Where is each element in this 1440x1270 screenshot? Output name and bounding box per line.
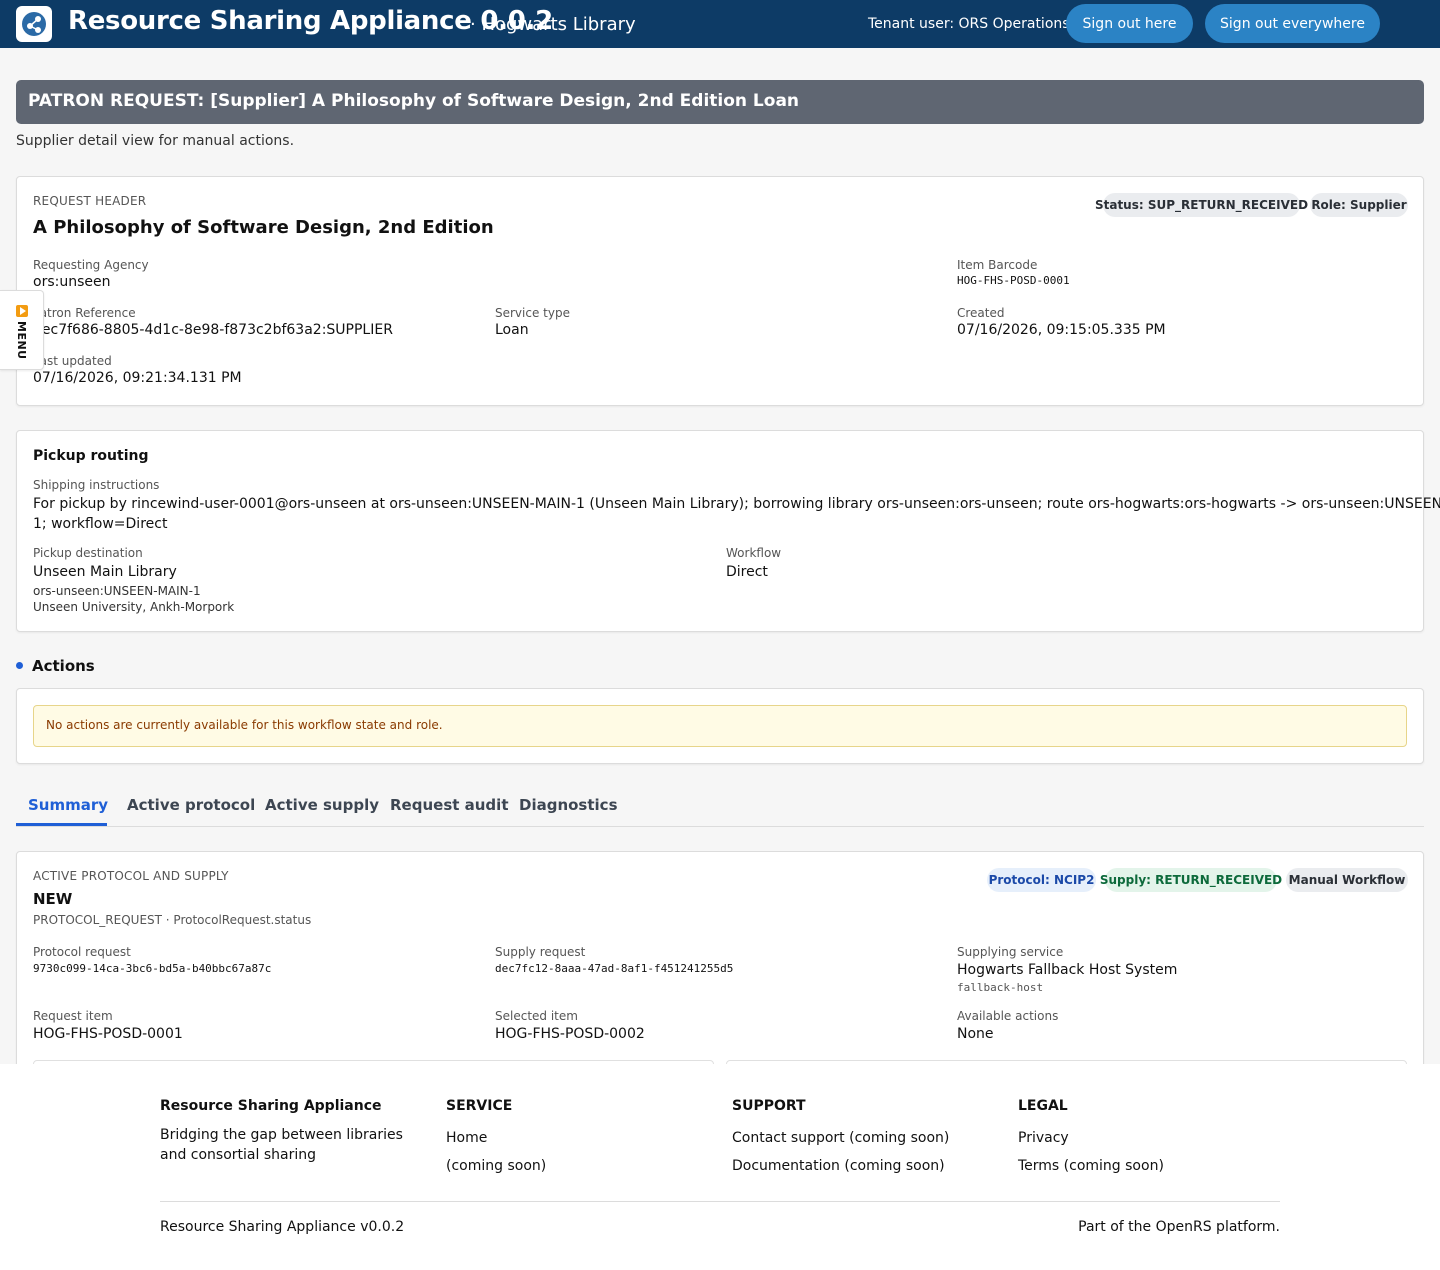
share-nodes-icon[interactable]: [16, 6, 52, 42]
footer-service-coming-soon: (coming soon): [446, 1158, 547, 1174]
footer-support-title: SUPPORT: [732, 1098, 806, 1114]
created-value: 07/16/2026, 09:15:05.335 PM: [957, 322, 1166, 338]
footer-link-terms[interactable]: Terms (coming soon): [1018, 1158, 1164, 1174]
pickup-destination-label: Pickup destination: [33, 546, 143, 560]
summary-eyebrow: ACTIVE PROTOCOL AND SUPPLY: [33, 869, 229, 883]
active-protocol-supply-card: ACTIVE PROTOCOL AND SUPPLY NEW PROTOCOL_…: [16, 851, 1424, 1091]
footer-version: Resource Sharing Appliance v0.0.2: [160, 1219, 405, 1235]
item-barcode-label: Item Barcode: [957, 258, 1038, 272]
actions-title: Actions: [32, 657, 95, 675]
protocol-state-source: PROTOCOL_REQUEST · ProtocolRequest.statu…: [33, 913, 312, 927]
menu-label: MENU: [15, 321, 28, 360]
tab-request-audit[interactable]: Request audit: [390, 796, 508, 814]
workflow-label: Workflow: [726, 546, 782, 560]
supply-request-label: Supply request: [495, 945, 586, 959]
active-tab-underline: [16, 823, 107, 826]
footer-link-home[interactable]: Home: [446, 1130, 487, 1146]
request-item-value: HOG-FHS-POSD-0001: [33, 1026, 183, 1042]
tab-active-supply[interactable]: Active supply: [265, 796, 379, 814]
footer-link-documentation[interactable]: Documentation (coming soon): [732, 1158, 945, 1174]
detail-tabs: Summary Active protocol Active supply Re…: [16, 786, 1424, 827]
footer-brand-description: Bridging the gap between libraries and c…: [160, 1127, 403, 1163]
supplying-service-value: Hogwarts Fallback Host System: [957, 962, 1178, 978]
supply-badge: Supply: RETURN_RECEIVED: [1100, 868, 1282, 892]
tab-diagnostics[interactable]: Diagnostics: [519, 796, 618, 814]
tab-summary[interactable]: Summary: [28, 796, 108, 814]
created-label: Created: [957, 306, 1005, 320]
protocol-request-value: 9730c099-14ca-3bc6-bd5a-b40bbc67a87c: [33, 962, 272, 975]
role-badge: Role: Supplier: [1310, 193, 1408, 217]
page-title: PATRON REQUEST: [Supplier] A Philosophy …: [16, 80, 1424, 124]
actions-card: No actions are currently available for t…: [16, 688, 1424, 764]
workflow-badge: Manual Workflow: [1286, 868, 1408, 892]
patron-reference-label: Patron Reference: [33, 306, 136, 320]
shipping-instructions-line-2: 1; workflow=Direct: [33, 516, 168, 532]
requesting-agency-value: ors:unseen: [33, 274, 111, 290]
pickup-routing-card: Pickup routing Shipping instructions For…: [16, 430, 1440, 632]
request-item-label: Request item: [33, 1009, 113, 1023]
menu-toggle[interactable]: MENU: [0, 290, 44, 370]
footer-divider: [160, 1201, 1280, 1202]
request-header-eyebrow: REQUEST HEADER: [33, 194, 147, 208]
footer-link-privacy[interactable]: Privacy: [1018, 1130, 1069, 1146]
pickup-destination-address: Unseen University, Ankh-Morpork: [33, 600, 235, 614]
selected-item-value: HOG-FHS-POSD-0002: [495, 1026, 645, 1042]
status-badge: Status: SUP_RETURN_RECEIVED: [1095, 193, 1308, 217]
no-actions-alert: No actions are currently available for t…: [33, 705, 1407, 747]
pickup-destination-name: Unseen Main Library: [33, 564, 177, 580]
request-title: A Philosophy of Software Design, 2nd Edi…: [33, 217, 494, 238]
library-name: · Hogwarts Library: [470, 14, 636, 35]
item-barcode-value: HOG-FHS-POSD-0001: [957, 274, 1070, 287]
top-bar: Resource Sharing Appliance 0.0.2 · Hogwa…: [0, 0, 1440, 48]
selected-item-label: Selected item: [495, 1009, 578, 1023]
supply-request-value: dec7fc12-8aaa-47ad-8af1-f451241255d5: [495, 962, 734, 975]
shipping-instructions-line-1: For pickup by rincewind-user-0001@ors-un…: [33, 496, 1440, 512]
supplying-service-label: Supplying service: [957, 945, 1064, 959]
protocol-request-label: Protocol request: [33, 945, 131, 959]
actions-indicator-dot: [16, 662, 23, 669]
shipping-instructions-label: Shipping instructions: [33, 478, 160, 492]
available-actions-label: Available actions: [957, 1009, 1059, 1023]
request-header-card: REQUEST HEADER A Philosophy of Software …: [16, 176, 1424, 406]
last-updated-value: 07/16/2026, 09:21:34.131 PM: [33, 370, 242, 386]
last-updated-label: Last updated: [33, 354, 112, 368]
footer-service-title: SERVICE: [446, 1098, 513, 1114]
supplying-service-code: fallback-host: [957, 981, 1044, 994]
workflow-value: Direct: [726, 564, 768, 580]
footer-legal-title: LEGAL: [1018, 1098, 1068, 1114]
requesting-agency-label: Requesting Agency: [33, 258, 149, 272]
sign-out-everywhere-button[interactable]: Sign out everywhere: [1205, 4, 1380, 43]
service-type-label: Service type: [495, 306, 570, 320]
pickup-destination-code: ors-unseen:UNSEEN-MAIN-1: [33, 584, 201, 598]
available-actions-value: None: [957, 1026, 994, 1042]
tab-active-protocol[interactable]: Active protocol: [127, 796, 255, 814]
protocol-badge: Protocol: NCIP2: [987, 868, 1096, 892]
patron-reference-value: dec7f686-8805-4d1c-8e98-f873c2bf63a2:SUP…: [33, 322, 393, 338]
footer: Resource Sharing Appliance Bridging the …: [0, 1064, 1440, 1270]
tenant-user: Tenant user: ORS Operations: [868, 16, 1070, 32]
footer-platform: Part of the OpenRS platform.: [1078, 1219, 1280, 1235]
footer-brand-title: Resource Sharing Appliance: [160, 1098, 382, 1114]
service-type-value: Loan: [495, 322, 529, 338]
sign-out-here-button[interactable]: Sign out here: [1066, 4, 1193, 43]
footer-link-contact-support[interactable]: Contact support (coming soon): [732, 1130, 949, 1146]
play-icon: [16, 305, 28, 317]
pickup-routing-title: Pickup routing: [33, 448, 149, 464]
protocol-state: NEW: [33, 890, 73, 908]
page-description: Supplier detail view for manual actions.: [16, 133, 295, 149]
